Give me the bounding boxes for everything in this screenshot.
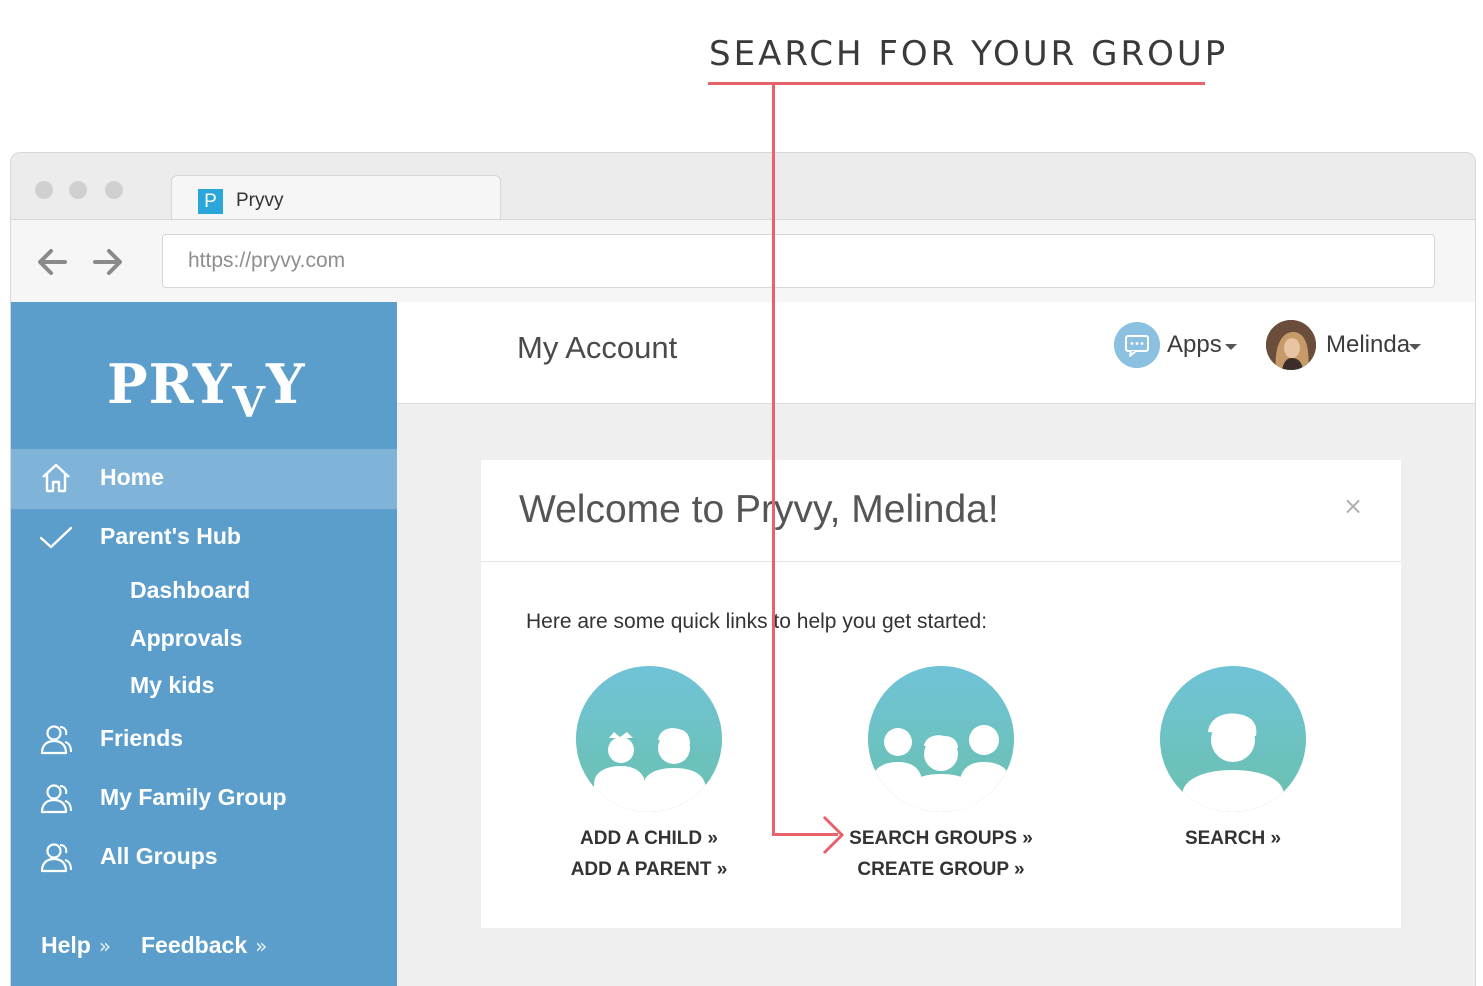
add-parent-link[interactable]: ADD A PARENT » [519,859,779,881]
sidebar: PRYVY Home Parent's Hub Dashboard Approv… [11,302,397,986]
group-icon[interactable] [868,666,1014,812]
sidebar-item-all-groups[interactable]: All Groups [11,828,397,888]
users-icon [40,784,72,814]
chat-apps-icon [1114,322,1160,368]
help-link[interactable]: Help» [41,932,111,959]
home-icon [42,463,70,493]
page-viewport: PRYVY Home Parent's Hub Dashboard Approv… [11,302,1475,986]
sidebar-item-label: Parent's Hub [100,523,241,549]
tab-title: Pryvy [236,190,284,211]
browser-tab[interactable]: P Pryvy [171,175,501,221]
users-icon [40,725,72,755]
caret-down-icon [1409,344,1421,350]
add-child-link[interactable]: ADD A CHILD » [519,828,779,850]
sidebar-item-my-family-group[interactable]: My Family Group [11,769,397,829]
avatar [1266,320,1316,370]
user-name: Melinda [1326,331,1411,358]
page-title: My Account [517,330,678,365]
pryvy-logo[interactable]: PRYVY [107,352,306,427]
annotation-arrow-icon [822,815,845,855]
browser-toolbar: https://pryvy.com [11,219,1475,303]
close-icon[interactable]: × [1343,492,1363,520]
top-bar: My Account Apps Melinda [397,302,1475,404]
browser-window: P Pryvy https://pryvy.com PRYVY Home Par… [10,152,1476,986]
favicon-icon: P [198,189,223,214]
quick-link-family: ADD A CHILD » ADD A PARENT » [559,666,739,886]
sidebar-item-label: Friends [100,725,184,751]
sidebar-item-friends[interactable]: Friends [11,710,397,770]
apps-label: Apps [1167,331,1222,358]
person-icon[interactable] [1160,666,1306,812]
window-close-dot[interactable] [35,181,53,199]
annotation-connector-vertical [772,84,775,836]
welcome-intro-text: Here are some quick links to help you ge… [526,610,988,633]
chevron-right-icon: » [98,934,112,958]
annotation-title: SEARCH FOR YOUR GROUP [709,34,1229,74]
sidebar-item-label: Home [100,464,164,490]
create-group-link[interactable]: CREATE GROUP » [811,859,1071,881]
annotation-underline [708,82,1205,85]
caret-down-icon [1225,344,1237,350]
welcome-title: Welcome to Pryvy, Melinda! [519,488,999,531]
quick-link-search: SEARCH » [1143,666,1323,886]
arrow-left-icon[interactable] [33,242,73,282]
url-text: https://pryvy.com [188,249,346,272]
search-groups-link[interactable]: SEARCH GROUPS » [811,828,1071,850]
sidebar-subitem-dashboard[interactable]: Dashboard [130,577,250,604]
sidebar-item-label: My Family Group [100,784,287,810]
sidebar-item-label: All Groups [100,843,218,869]
sidebar-subitem-my-kids[interactable]: My kids [130,672,214,699]
checkmark-icon [39,526,73,549]
sidebar-item-parents-hub[interactable]: Parent's Hub [11,508,397,568]
arrow-right-icon[interactable] [87,242,127,282]
chevron-right-icon: » [255,934,268,958]
search-link[interactable]: SEARCH » [1103,828,1363,850]
feedback-link[interactable]: Feedback» [141,932,267,959]
welcome-card: Welcome to Pryvy, Melinda! × Here are so… [481,460,1401,928]
sidebar-subitem-approvals[interactable]: Approvals [130,625,242,652]
window-minimize-dot[interactable] [69,181,87,199]
window-maximize-dot[interactable] [105,181,123,199]
sidebar-item-home[interactable]: Home [11,449,397,509]
address-bar[interactable]: https://pryvy.com [162,234,1435,288]
welcome-card-header: Welcome to Pryvy, Melinda! × [481,460,1401,562]
parent-child-icon[interactable] [576,666,722,812]
users-icon [40,843,72,873]
quick-link-groups: SEARCH GROUPS » CREATE GROUP » [849,666,1033,886]
